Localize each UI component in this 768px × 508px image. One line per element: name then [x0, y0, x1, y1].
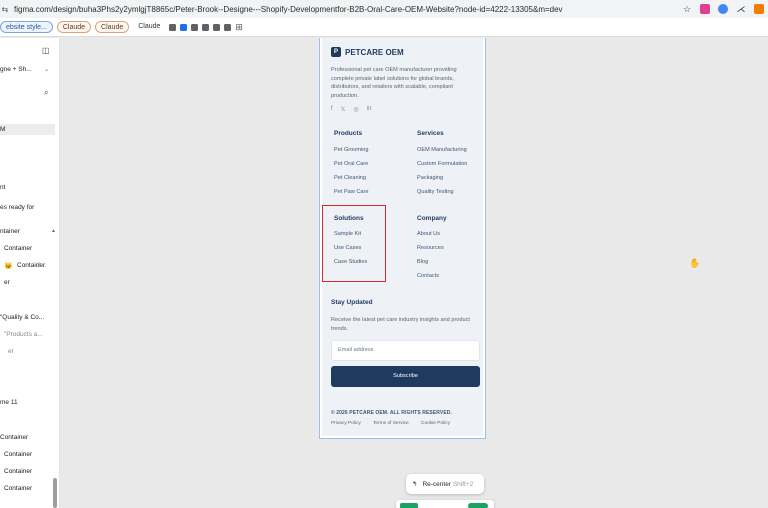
x-twitter-icon[interactable]: 𝕏 [341, 106, 346, 113]
footer-link[interactable]: Resources [417, 245, 444, 251]
footer-link[interactable]: Blog [417, 259, 428, 265]
layer-row[interactable]: er [4, 279, 10, 286]
brand-name: PETCARE OEM [345, 47, 404, 57]
recenter-icon: ↰ [412, 481, 418, 488]
layer-row[interactable]: Container [4, 245, 32, 252]
social-links: f 𝕏 ◎ in [331, 106, 371, 113]
bookmark-star-icon[interactable]: ☆ [682, 4, 692, 14]
footer-link[interactable]: Quality Testing [417, 189, 454, 195]
terms-of-service-link[interactable]: Terms of Service [373, 421, 409, 426]
bookmark-claude[interactable]: Claude [133, 21, 165, 33]
recenter-button[interactable]: ↰ Re-center Shift+2 [406, 474, 484, 494]
browser-toolbar-icons: ☆ ⋌ [682, 4, 768, 14]
layer-row-suffix: · 3... [33, 262, 47, 269]
footer-link[interactable]: Pet Cleaning [334, 175, 366, 181]
privacy-policy-link[interactable]: Privacy Policy [331, 421, 361, 426]
footer-link[interactable]: Pet Oral Care [334, 161, 368, 167]
panel-toggle-icon[interactable]: ◫ [42, 46, 50, 55]
layer-row[interactable]: Container [4, 468, 32, 475]
subscribe-button[interactable]: Subscribe [331, 366, 480, 387]
bookmark-website-style[interactable]: ebsite style... [0, 21, 53, 33]
layer-row[interactable]: "Products a... [4, 331, 43, 338]
layer-row[interactable]: me 11 [0, 399, 18, 406]
selected-layer-row[interactable] [0, 124, 55, 135]
services-heading: Services [417, 130, 444, 137]
footer-link[interactable]: Packaging [417, 175, 443, 181]
layer-row[interactable]: Container [4, 451, 32, 458]
footer-link[interactable]: Pet Grooming [334, 147, 369, 153]
layer-row[interactable]: "Quality & Co... [0, 314, 44, 321]
bookmark-icon[interactable] [202, 23, 210, 31]
hand-cursor-icon: ✋ [689, 258, 701, 268]
site-settings-icon[interactable]: ⇆ [0, 5, 10, 14]
linkedin-icon[interactable]: in [367, 106, 372, 113]
url-field[interactable]: figma.com/design/buha3Phs2y2ymlgjT8865c/… [14, 5, 682, 14]
chevron-up-icon[interactable]: ▲ [51, 228, 56, 234]
bookmark-claude[interactable]: Claude [56, 21, 92, 33]
bookmark-icon[interactable] [191, 23, 199, 31]
bookmark-icon[interactable] [180, 23, 188, 31]
footer-brand: P PETCARE OEM [331, 47, 404, 57]
footer-description: Professional pet care OEM manufacturer p… [331, 67, 457, 99]
layer-row[interactable]: ntainer [0, 228, 20, 235]
footer-link[interactable]: OEM Manufacturing [417, 147, 467, 153]
layers-panel: ◫ gne + Sh... ⌄ ⌕ M nt es ready for ntai… [0, 38, 60, 508]
facebook-icon[interactable]: f [331, 106, 333, 113]
search-icon[interactable]: ⌕ [44, 88, 48, 98]
toolbar-mode-button[interactable] [400, 503, 418, 508]
extension-icon[interactable] [700, 4, 710, 14]
bookmarks-bar: ebsite style... Claude Claude Claude ⊞ [0, 18, 768, 37]
company-heading: Company [417, 215, 447, 222]
footer-link[interactable]: Pet Paw Care [334, 189, 369, 195]
layer-row[interactable]: nt [0, 184, 5, 191]
email-field[interactable]: Email address [331, 340, 480, 361]
dev-mode-toggle[interactable] [468, 503, 488, 508]
footer-link[interactable]: Contacts [417, 273, 439, 279]
layer-row[interactable]: er [8, 348, 14, 355]
bottom-toolbar [396, 500, 494, 508]
layers-scrollbar[interactable] [53, 478, 57, 508]
layer-row[interactable]: Container [4, 485, 32, 492]
layer-row[interactable]: M [0, 126, 5, 133]
newsletter-heading: Stay Updated [331, 299, 373, 306]
brand-logo: P [331, 47, 341, 57]
chevron-down-icon[interactable]: ⌄ [44, 66, 49, 73]
footer-link[interactable]: Custom Formulation [417, 161, 467, 167]
bookmark-icon[interactable] [213, 23, 221, 31]
recenter-label: Re-center Shift+2 [422, 480, 474, 488]
bookmark-icon[interactable] [224, 23, 232, 31]
extension-icon[interactable] [718, 4, 728, 14]
bookmark-icon[interactable] [169, 23, 177, 31]
layer-row[interactable]: Container [0, 434, 28, 441]
selection-highlight-box [322, 205, 386, 282]
cookie-policy-link[interactable]: Cookie Policy [421, 421, 450, 426]
image-layer-icon: 🐱 [4, 263, 13, 270]
instagram-icon[interactable]: ◎ [354, 106, 359, 113]
apps-grid-icon[interactable]: ⊞ [235, 22, 243, 33]
products-heading: Products [334, 130, 363, 137]
extension-icon[interactable]: ⋌ [736, 4, 746, 14]
copyright-text: © 2026 PETCARE OEM. ALL RIGHTS RESERVED. [331, 410, 452, 416]
extension-icon[interactable] [754, 4, 764, 14]
browser-address-bar: ⇆ figma.com/design/buha3Phs2y2ymlgjT8865… [0, 0, 768, 18]
footer-link[interactable]: About Us [417, 231, 440, 237]
bookmark-claude[interactable]: Claude [95, 21, 130, 33]
file-name[interactable]: gne + Sh... [0, 66, 32, 73]
newsletter-description: Receive the latest pet care industry ins… [331, 317, 470, 332]
layer-row[interactable]: es ready for [0, 204, 34, 211]
